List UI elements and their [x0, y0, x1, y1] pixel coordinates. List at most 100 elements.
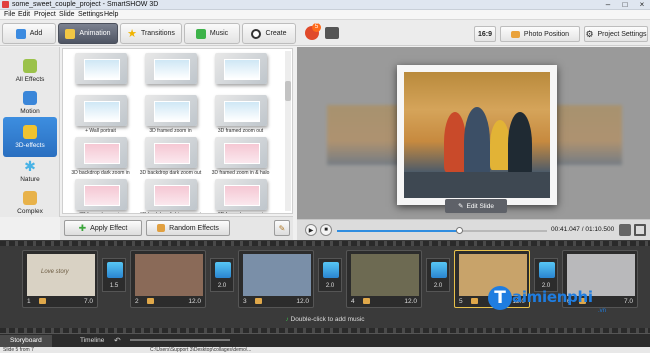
tab-animation[interactable]: Animation [58, 23, 118, 44]
project-settings-button[interactable]: ⚙ Project Settings [584, 26, 648, 42]
transition-card[interactable]: 1.5 [102, 258, 126, 292]
slide-card[interactable]: 4 12.0 [346, 250, 422, 308]
effect-tile[interactable]: 3D backdrop light zoom out [139, 179, 202, 213]
transition-duration: 2.0 [325, 283, 335, 289]
family-photo [404, 72, 550, 198]
view-tabs: Storyboard Timeline ↶ [0, 333, 650, 347]
window-title: some_sweet_couple_project - SmartSHOW 3D [12, 1, 159, 8]
photo-position-button[interactable]: Photo Position [500, 26, 580, 42]
effect-tile[interactable]: 3D framed zoom in [139, 95, 202, 137]
pencil-icon[interactable] [147, 298, 154, 304]
effect-thumbnail [74, 179, 127, 210]
scrollbar-thumb[interactable] [285, 81, 291, 101]
slide-thumbnail [27, 254, 95, 296]
tab-music[interactable]: Music [184, 23, 240, 44]
effect-tile[interactable] [139, 53, 202, 95]
all-effects-icon [23, 59, 37, 73]
maximize-button[interactable]: □ [617, 0, 633, 10]
transition-card[interactable]: 2.0 [318, 258, 342, 292]
category-label: 3D-effects [15, 142, 45, 149]
pencil-icon[interactable] [255, 298, 262, 304]
tab-transitions[interactable]: ★ Transitions [120, 23, 182, 44]
brush-button[interactable]: ✎ [274, 220, 290, 236]
snapshot-icon[interactable] [325, 27, 339, 39]
slide-card[interactable]: 3 12.0 [238, 250, 314, 308]
category-complex[interactable]: Complex [3, 183, 57, 223]
tab-timeline[interactable]: Timeline [70, 335, 114, 347]
watermark-letter: T [488, 286, 512, 310]
tab-create[interactable]: Create [242, 23, 296, 44]
pencil-icon[interactable] [363, 298, 370, 304]
undo-icon[interactable]: ↶ [114, 336, 121, 345]
snowflake-icon: ✱ [24, 158, 36, 174]
zoom-slider[interactable] [130, 339, 230, 341]
menu-settings[interactable]: Settings [78, 10, 103, 20]
slide-preview: ✎ Edit Slide [297, 47, 650, 219]
effect-label: 3D framed zoom in [149, 128, 192, 134]
slide-card[interactable]: 2 12.0 [130, 250, 206, 308]
brush-icon: ✎ [278, 223, 286, 233]
aspect-ratio-button[interactable]: 16:9 [474, 26, 496, 42]
effect-tile[interactable]: 3D backdrop dark zoom in [69, 137, 132, 179]
effect-thumbnail [144, 137, 197, 168]
tab-storyboard[interactable]: Storyboard [0, 335, 52, 347]
tab-add[interactable]: Add [2, 23, 56, 44]
transition-icon [539, 262, 555, 278]
pencil-icon[interactable] [39, 298, 46, 304]
transition-icon [323, 262, 339, 278]
play-button[interactable]: ▶ [305, 224, 317, 236]
stop-button[interactable]: ■ [320, 224, 332, 236]
play-icon: ▶ [308, 227, 314, 234]
effects-grid: + Wall portrait 3D framed zoom in 3D frame… [62, 48, 293, 214]
effect-thumbnail [74, 53, 127, 84]
menu-file[interactable]: File [4, 10, 15, 20]
motion-icon [23, 91, 37, 105]
category-label: Nature [20, 176, 40, 183]
tab-label: Music [209, 30, 229, 37]
fullscreen-icon[interactable] [634, 224, 646, 236]
photo-position-label: Photo Position [523, 30, 570, 38]
slide-thumbnail [351, 254, 419, 296]
effect-tile[interactable]: 3D framed zoom in & halo [209, 137, 272, 179]
effect-label: 3D framed zoom out [217, 128, 264, 134]
project-settings-label: Project Settings [597, 30, 647, 38]
apply-effect-button[interactable]: ✚ Apply Effect [64, 220, 142, 236]
effect-tile[interactable]: 3D framed zoom out [209, 179, 272, 213]
effects-scrollbar[interactable] [285, 51, 291, 211]
effect-label: 3D framed zoom in [69, 212, 132, 213]
effect-tile[interactable] [69, 53, 132, 95]
seek-knob[interactable] [455, 227, 463, 234]
transition-card[interactable]: 2.0 [426, 258, 450, 292]
tab-label: Animation [79, 30, 111, 37]
transition-duration: 2.0 [217, 283, 227, 289]
music-icon [195, 28, 206, 39]
edit-slide-button[interactable]: ✎ Edit Slide [445, 199, 507, 213]
slide-thumbnail [243, 254, 311, 296]
effect-thumbnail [214, 179, 267, 210]
transition-card[interactable]: 2.0 [210, 258, 234, 292]
effect-tile[interactable]: 3D framed zoom out [209, 95, 272, 137]
effect-tile[interactable] [209, 53, 272, 95]
menu-bar: File Edit Project Slide Settings Help [0, 10, 650, 20]
effect-thumbnail [144, 53, 197, 84]
close-window-button[interactable]: × [634, 0, 650, 10]
effect-tile[interactable]: + Wall portrait [69, 95, 132, 137]
tab-label: Create [265, 30, 287, 37]
minimize-button[interactable]: – [600, 0, 616, 10]
slide-card[interactable]: 1 7.0 Love story [22, 250, 98, 308]
camera-icon[interactable] [619, 224, 631, 236]
menu-slide[interactable]: Slide [59, 10, 75, 20]
pencil-icon[interactable] [471, 298, 478, 304]
3d-effects-icon [23, 125, 37, 139]
photo-icon [510, 30, 520, 38]
menu-project[interactable]: Project [34, 10, 56, 20]
menu-help[interactable]: Help [104, 10, 118, 20]
effect-tile[interactable]: 3D backdrop dark zoom out [139, 137, 202, 179]
menu-edit[interactable]: Edit [18, 10, 30, 20]
watermark-text: aimienphi [512, 288, 593, 306]
watermark-domain: .vn [598, 308, 607, 314]
effect-tile[interactable]: 3D framed zoom in [69, 179, 132, 213]
random-effects-button[interactable]: Random Effects [146, 220, 230, 236]
effect-label: 3D backdrop dark zoom out [139, 170, 202, 176]
star-icon: ★ [127, 28, 137, 40]
